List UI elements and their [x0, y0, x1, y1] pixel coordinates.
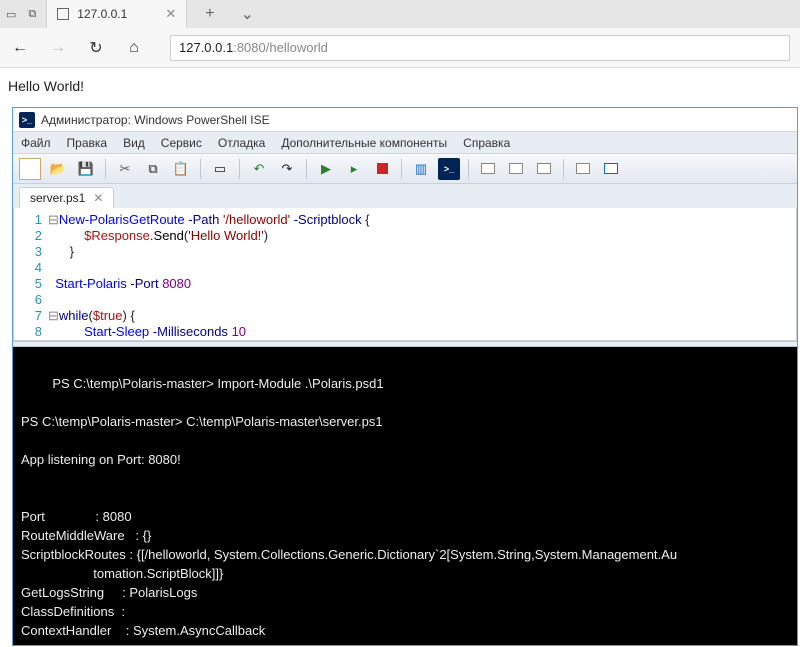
- ise-titlebar[interactable]: >_ Администратор: Windows PowerShell ISE: [13, 108, 797, 132]
- script-tab[interactable]: server.ps1 ✕: [19, 187, 114, 208]
- home-button[interactable]: ⌂: [124, 39, 144, 57]
- ise-window: >_ Администратор: Windows PowerShell ISE…: [12, 107, 798, 646]
- show-command-button[interactable]: [600, 158, 622, 180]
- favicon-icon: [57, 8, 69, 20]
- paste-button[interactable]: 📋: [170, 158, 192, 180]
- clear-output-button[interactable]: ▭: [209, 158, 231, 180]
- hello-world-text: Hello World!: [8, 78, 84, 94]
- stop-button[interactable]: [371, 158, 393, 180]
- address-host: 127.0.0.1: [179, 40, 233, 55]
- toolbar-separator: [200, 159, 201, 179]
- script-tab-close-icon[interactable]: ✕: [93, 191, 103, 205]
- address-bar[interactable]: 127.0.0.1:8080/helloworld: [170, 35, 790, 61]
- browser-tab[interactable]: 127.0.0.1 ✕: [46, 0, 187, 28]
- window-tab-icon[interactable]: ▭: [6, 8, 16, 21]
- menu-edit[interactable]: Правка: [67, 136, 108, 150]
- console-output: PS C:\temp\Polaris-master> Import-Module…: [21, 376, 677, 645]
- script-tab-name: server.ps1: [30, 191, 85, 205]
- menu-file[interactable]: Файл: [21, 136, 51, 150]
- menu-help[interactable]: Справка: [463, 136, 510, 150]
- open-file-button[interactable]: 📂: [47, 158, 69, 180]
- powershell-icon: >_: [19, 112, 35, 128]
- show-script-pane-max-button[interactable]: [533, 158, 555, 180]
- ise-title-text: Администратор: Windows PowerShell ISE: [41, 113, 270, 127]
- browser-toolbar: ← → ↻ ⌂ 127.0.0.1:8080/helloworld: [0, 28, 800, 68]
- address-path: :8080/helloworld: [233, 40, 328, 55]
- save-button[interactable]: 💾: [75, 158, 97, 180]
- code-content[interactable]: ⊟New-PolarisGetRoute -Path '/helloworld'…: [48, 212, 796, 336]
- browser-titlebar: ▭ ⧉ 127.0.0.1 ✕ + ⌄: [0, 0, 800, 28]
- window-restore-icon[interactable]: ⧉: [28, 8, 36, 21]
- script-editor[interactable]: 123456789 ⊟New-PolarisGetRoute -Path '/h…: [13, 208, 797, 341]
- window-controls: ▭ ⧉: [6, 8, 36, 21]
- toolbar-separator: [563, 159, 564, 179]
- undo-button[interactable]: ↶: [248, 158, 270, 180]
- menu-debug[interactable]: Отладка: [218, 136, 265, 150]
- ise-toolbar: 📂 💾 ✂ ⧉ 📋 ▭ ↶ ↷ ▶ ▸ ▥ >_: [13, 154, 797, 184]
- menu-view[interactable]: Вид: [123, 136, 145, 150]
- run-selection-button[interactable]: ▸: [343, 158, 365, 180]
- menu-addons[interactable]: Дополнительные компоненты: [281, 136, 447, 150]
- toolbar-separator: [306, 159, 307, 179]
- back-button[interactable]: ←: [10, 39, 30, 57]
- line-number-gutter: 123456789: [14, 212, 48, 336]
- show-script-pane-top-button[interactable]: [477, 158, 499, 180]
- new-remote-tab-button[interactable]: ▥: [410, 158, 432, 180]
- run-script-button[interactable]: ▶: [315, 158, 337, 180]
- toolbar-separator: [239, 159, 240, 179]
- redo-button[interactable]: ↷: [276, 158, 298, 180]
- start-powershell-button[interactable]: >_: [438, 158, 460, 180]
- refresh-button[interactable]: ↻: [86, 38, 106, 58]
- tab-actions-chevron-icon[interactable]: ⌄: [233, 4, 262, 24]
- tab-title: 127.0.0.1: [77, 7, 127, 21]
- console-pane[interactable]: PS C:\temp\Polaris-master> Import-Module…: [13, 347, 797, 645]
- show-script-pane-right-button[interactable]: [505, 158, 527, 180]
- ise-script-tabs: server.ps1 ✕: [13, 184, 797, 208]
- new-tab-button[interactable]: +: [197, 5, 222, 23]
- show-command-addon-button[interactable]: [572, 158, 594, 180]
- ise-menu-bar: Файл Правка Вид Сервис Отладка Дополните…: [13, 132, 797, 154]
- menu-tools[interactable]: Сервис: [161, 136, 202, 150]
- new-file-button[interactable]: [19, 158, 41, 180]
- cut-button[interactable]: ✂: [114, 158, 136, 180]
- copy-button[interactable]: ⧉: [142, 158, 164, 180]
- toolbar-separator: [105, 159, 106, 179]
- toolbar-separator: [468, 159, 469, 179]
- forward-button[interactable]: →: [48, 39, 68, 57]
- toolbar-separator: [401, 159, 402, 179]
- tab-close-icon[interactable]: ✕: [165, 6, 176, 22]
- page-body: Hello World!: [0, 68, 800, 105]
